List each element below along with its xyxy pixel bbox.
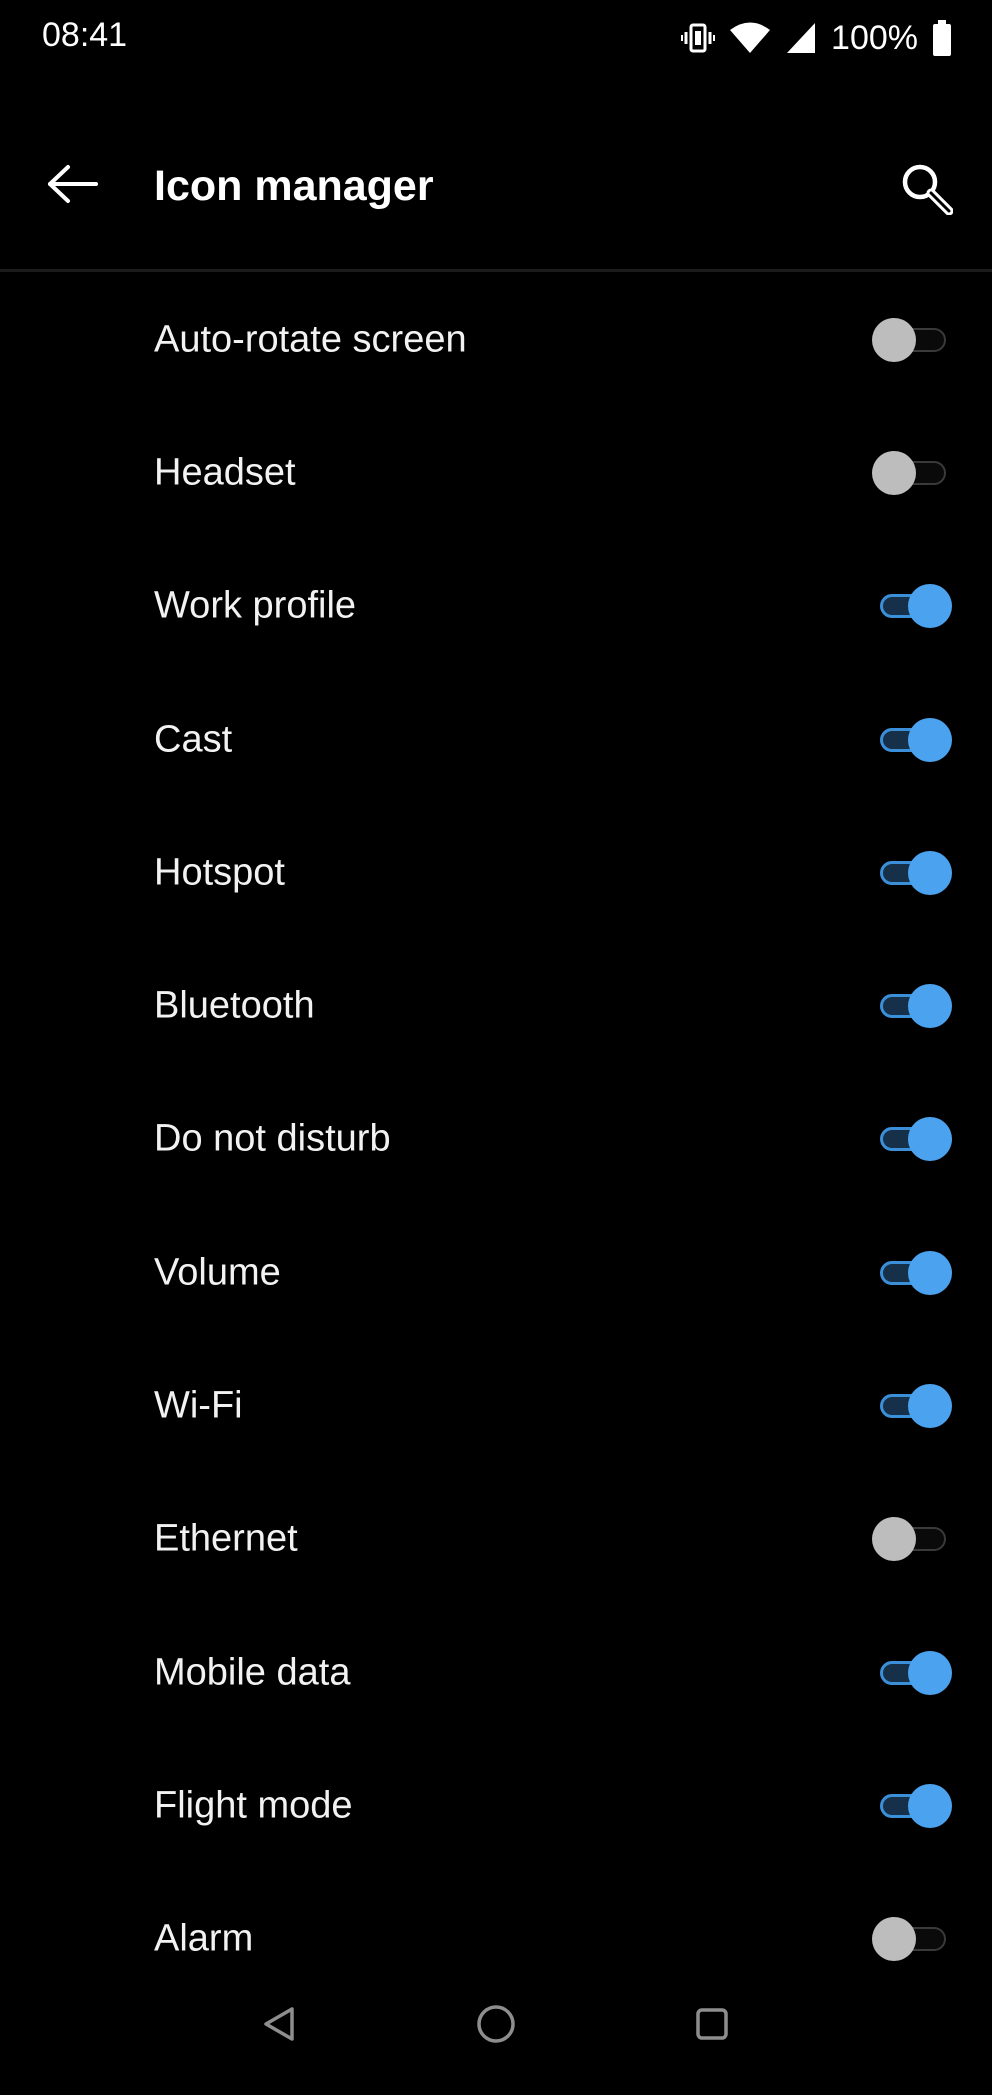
list-item[interactable]: Hotspot: [0, 806, 992, 939]
toggle-switch[interactable]: [870, 1915, 952, 1963]
list-item-label: Volume: [154, 1251, 281, 1294]
list-item-label: Bluetooth: [154, 984, 315, 1027]
nav-home-circle-icon: [475, 2003, 517, 2050]
list-item-label: Headset: [154, 451, 296, 494]
list-item-label: Cast: [154, 718, 233, 761]
battery-icon: [932, 20, 952, 56]
navigation-bar: [0, 1980, 992, 2095]
list-item[interactable]: Work profile: [0, 540, 992, 673]
icon-list: Auto-rotate screen Headset Work profile Cas…: [0, 273, 992, 2006]
toggle-thumb: [908, 1783, 952, 1828]
list-item-label: Ethernet: [154, 1517, 298, 1560]
nav-back-button[interactable]: [248, 1994, 312, 2058]
toolbar-divider: [0, 269, 992, 272]
search-button[interactable]: [890, 154, 962, 226]
list-item[interactable]: Ethernet: [0, 1473, 992, 1606]
nav-recents-button[interactable]: [680, 1994, 744, 2058]
nav-recents-square-icon: [692, 2004, 732, 2049]
vibrate-icon: [681, 21, 716, 55]
toggle-thumb: [908, 1250, 952, 1295]
list-item[interactable]: Auto-rotate screen: [0, 273, 992, 406]
list-item[interactable]: Do not disturb: [0, 1073, 992, 1206]
toggle-thumb: [908, 984, 952, 1029]
toggle-switch[interactable]: [870, 1649, 952, 1697]
list-item[interactable]: Volume: [0, 1206, 992, 1339]
nav-home-button[interactable]: [464, 1994, 528, 2058]
toggle-switch[interactable]: [870, 1515, 952, 1563]
battery-percentage: 100%: [831, 18, 918, 57]
list-item-label: Do not disturb: [154, 1117, 391, 1160]
list-item[interactable]: Wi-Fi: [0, 1339, 992, 1472]
toggle-switch[interactable]: [870, 982, 952, 1030]
status-bar: 08:41 100%: [0, 0, 992, 76]
toggle-thumb: [908, 1117, 952, 1162]
toggle-thumb: [908, 717, 952, 762]
status-icons: 100%: [681, 16, 952, 60]
list-item[interactable]: Bluetooth: [0, 939, 992, 1072]
toggle-switch[interactable]: [870, 716, 952, 764]
toggle-switch[interactable]: [870, 1382, 952, 1430]
arrow-left-icon: [46, 164, 98, 209]
toggle-switch[interactable]: [870, 449, 952, 497]
toggle-switch[interactable]: [870, 1782, 952, 1830]
list-item-label: Work profile: [154, 584, 357, 627]
toggle-thumb: [872, 450, 916, 495]
wifi-icon: [729, 21, 771, 55]
nav-back-triangle-icon: [260, 2004, 300, 2049]
back-button[interactable]: [36, 156, 108, 216]
search-icon: [899, 161, 954, 220]
cellular-signal-icon: [785, 21, 817, 55]
list-item-label: Hotspot: [154, 851, 285, 894]
toggle-thumb: [872, 1917, 916, 1962]
list-item-label: Mobile data: [154, 1651, 351, 1694]
status-time: 08:41: [42, 16, 128, 54]
toggle-switch[interactable]: [870, 849, 952, 897]
toggle-switch[interactable]: [870, 1249, 952, 1297]
toggle-switch[interactable]: [870, 316, 952, 364]
page-title: Icon manager: [154, 162, 434, 210]
list-item[interactable]: Cast: [0, 673, 992, 806]
toggle-thumb: [872, 1517, 916, 1562]
toggle-thumb: [908, 850, 952, 895]
list-item-label: Wi-Fi: [154, 1384, 243, 1427]
list-item[interactable]: Headset: [0, 406, 992, 539]
list-item[interactable]: Flight mode: [0, 1739, 992, 1872]
toggle-switch[interactable]: [870, 582, 952, 630]
toggle-thumb: [908, 584, 952, 629]
list-item[interactable]: Mobile data: [0, 1606, 992, 1739]
list-item-label: Alarm: [154, 1917, 254, 1960]
list-item-label: Auto-rotate screen: [154, 318, 467, 361]
toolbar: Icon manager: [0, 130, 992, 240]
list-item-label: Flight mode: [154, 1784, 353, 1827]
toggle-switch[interactable]: [870, 1115, 952, 1163]
toggle-thumb: [908, 1384, 952, 1429]
toggle-thumb: [872, 317, 916, 362]
toggle-thumb: [908, 1650, 952, 1695]
